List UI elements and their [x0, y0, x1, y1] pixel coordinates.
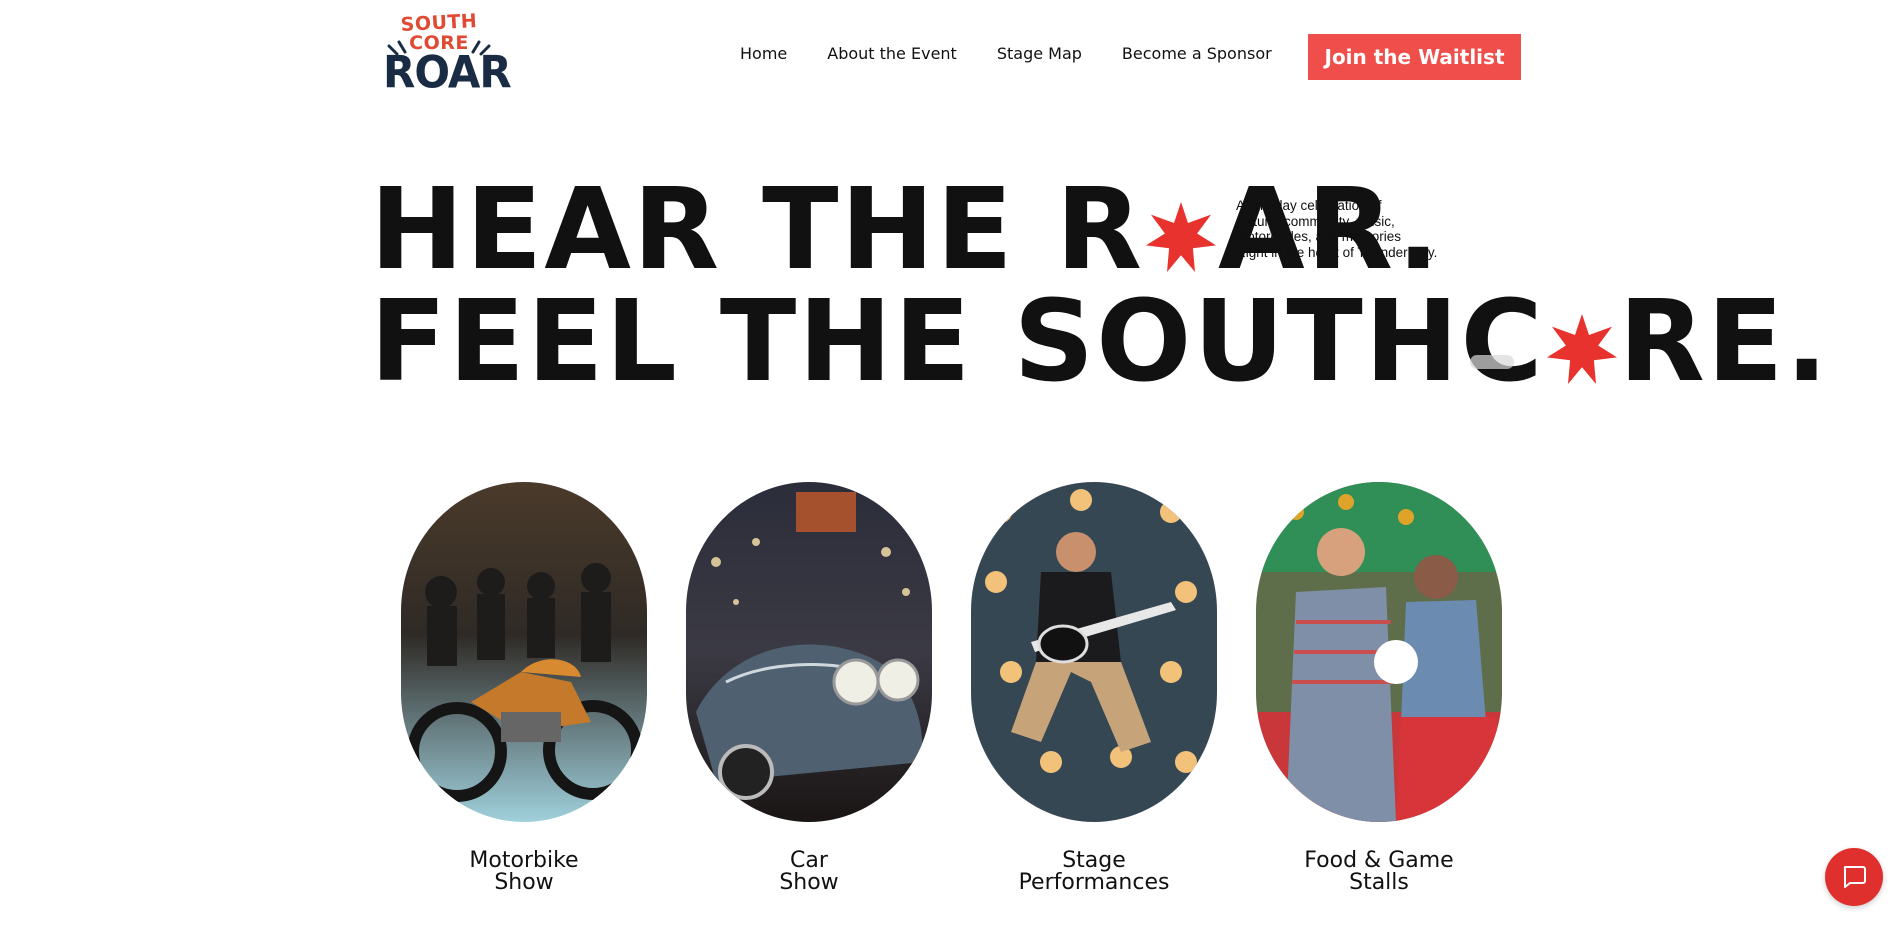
stage-performance-image: [971, 482, 1217, 822]
tagline-line: Right in the heart of Thunder Bay.: [1236, 244, 1438, 260]
hero-line-1-text-a: HEAR THE R: [370, 165, 1145, 295]
tagline-line: A one-day celebration of: [1236, 198, 1382, 213]
nav-home[interactable]: Home: [740, 44, 787, 68]
card-caption-line: Show: [494, 870, 554, 895]
card-car-show[interactable]: Car Show: [686, 482, 932, 894]
card-caption-line: Performances: [1018, 870, 1170, 895]
card-caption: Food & Game Stalls: [1256, 850, 1502, 894]
card-caption-line: Food & Game: [1304, 848, 1454, 873]
hero-line-2-text-a: FEEL THE SOUTHC: [370, 277, 1545, 407]
motorbike-image: [401, 482, 647, 822]
food-game-image: [1256, 482, 1502, 822]
tagline-line: motorcycles, and memories: [1236, 229, 1402, 244]
card-caption: Stage Performances: [971, 850, 1217, 894]
nav-become-a-sponsor[interactable]: Become a Sponsor: [1122, 44, 1272, 68]
hero-line-2-text-b: RE.: [1618, 277, 1830, 407]
site-logo[interactable]: SOUTH CORE ROAR: [383, 10, 512, 98]
card-caption-line: Stage: [1062, 848, 1126, 873]
logo-text-roar: ROAR: [383, 46, 512, 99]
star-icon: [1546, 314, 1617, 384]
card-caption-line: Car: [790, 848, 828, 873]
hero-line-2: FEEL THE SOUTHC RE.: [370, 286, 1830, 398]
chat-bubble-icon: [1843, 866, 1866, 888]
card-motorbike-show[interactable]: Motorbike Show: [401, 482, 647, 894]
chat-button[interactable]: [1825, 848, 1883, 906]
card-caption: Car Show: [686, 850, 932, 894]
hero-tagline: A one-day celebration of culture, commun…: [1236, 198, 1466, 260]
card-food-game-stalls[interactable]: Food & Game Stalls: [1256, 482, 1502, 894]
star-icon: [1146, 202, 1217, 272]
card-caption: Motorbike Show: [401, 850, 647, 894]
main-nav: Home About the Event Stage Map Become a …: [740, 44, 1272, 68]
card-stage-performances[interactable]: Stage Performances: [971, 482, 1217, 894]
nav-stage-map[interactable]: Stage Map: [997, 44, 1082, 68]
tagline-line: culture, community, music,: [1236, 213, 1395, 229]
card-caption-line: Show: [779, 870, 839, 895]
card-caption-line: Stalls: [1349, 870, 1409, 895]
nav-about-the-event[interactable]: About the Event: [827, 44, 957, 68]
decorative-pill: [1470, 355, 1514, 369]
join-waitlist-button[interactable]: Join the Waitlist: [1308, 34, 1521, 80]
car-image: [686, 482, 932, 822]
card-caption-line: Motorbike: [469, 848, 579, 873]
